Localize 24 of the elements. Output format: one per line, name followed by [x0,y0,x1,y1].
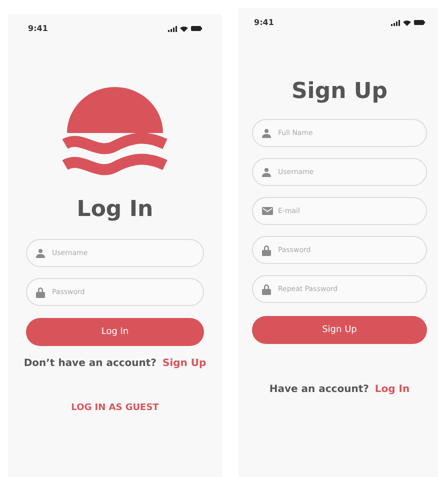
signal-icon [168,26,177,32]
user-icon [262,168,271,176]
status-time: 9:41 [254,18,274,27]
login-link[interactable]: Log In [374,384,410,395]
lock-icon [262,284,271,294]
guest-login-link[interactable]: LOG IN AS GUEST [71,403,159,413]
screen-title: Sign Up [291,79,388,104]
screen-title: Log In [76,197,154,222]
user-icon [36,248,45,258]
account-prompt: Have an account? [269,384,369,395]
lock-icon [36,286,45,298]
login-button[interactable]: Log In [26,318,204,346]
user-icon [262,128,271,138]
status-time: 9:41 [28,24,48,33]
signup-button[interactable]: Sign Up [252,316,427,344]
wifi-icon [180,26,188,32]
signal-icon [391,20,400,26]
battery-icon [414,20,425,25]
lock-icon [262,244,271,256]
mail-icon [262,207,273,215]
signup-link[interactable]: Sign Up [162,358,206,369]
wifi-icon [403,20,411,26]
battery-icon [191,26,202,31]
account-prompt: Don’t have an account? [24,358,156,369]
